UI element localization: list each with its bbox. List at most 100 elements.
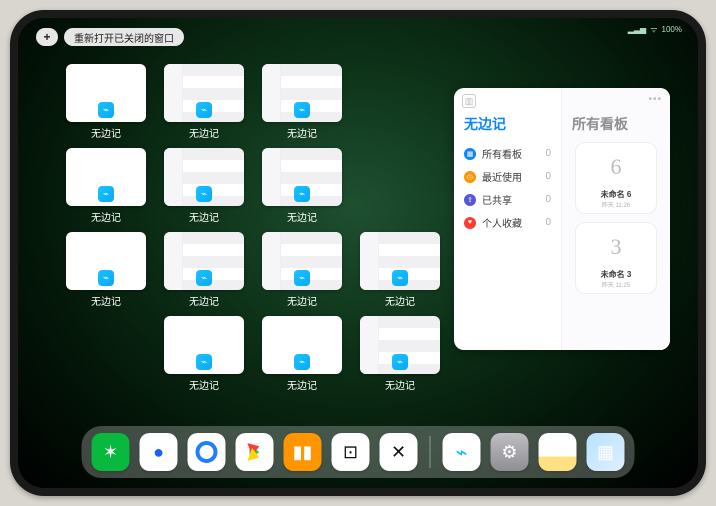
sidebar-item-label: 已共享 [482, 192, 512, 207]
panel-more-icon[interactable]: ••• [648, 94, 662, 105]
panel-title: 无边记 [464, 114, 553, 134]
sidebar-item[interactable]: ♥ 个人收藏 0 [462, 211, 553, 234]
panel-sidebar: 无边记 ▦所有看板0◷最近使用0⇪已共享0♥个人收藏0 [454, 88, 562, 350]
app-card-label: 无边记 [262, 209, 342, 224]
app-card-label: 无边记 [262, 125, 342, 140]
panel-section-title: 所有看板 [572, 114, 662, 134]
sidebar-item-label: 所有看板 [482, 146, 522, 161]
app-card[interactable]: ⌁ 无边记 [262, 148, 342, 226]
grid-icon: ▦ [464, 148, 476, 160]
battery-pct: 100% [662, 25, 682, 34]
freeform-app-icon: ⌁ [392, 270, 408, 286]
app-thumbnail: ⌁ [164, 232, 244, 290]
app-card[interactable]: ⌁ 无边记 [66, 232, 146, 310]
board-thumbnail: 6 [592, 147, 640, 187]
dock-qq-ring-icon[interactable] [188, 433, 226, 471]
app-thumbnail: ⌁ [66, 64, 146, 122]
reopen-closed-window-button[interactable]: 重新打开已关闭的窗口 [64, 28, 184, 46]
freeform-panel[interactable]: ▥ ••• 无边记 ▦所有看板0◷最近使用0⇪已共享0♥个人收藏0 所有看板 6… [454, 88, 670, 350]
freeform-app-icon: ⌁ [392, 354, 408, 370]
freeform-app-icon: ⌁ [294, 102, 310, 118]
app-card[interactable]: ⌁ 无边记 [66, 148, 146, 226]
dock-divider [430, 436, 431, 468]
signal-icon: ▂▃▅ [628, 25, 646, 34]
wifi-icon: ᯤ [650, 24, 657, 35]
app-card-label: 无边记 [262, 377, 342, 392]
dock: ✶ ● ▮▮ ⊡ ✕ ⌁ ⚙ ▦ [82, 426, 635, 478]
app-card[interactable]: ⌁ 无边记 [164, 232, 244, 310]
freeform-app-icon: ⌁ [98, 270, 114, 286]
app-card-label: 无边记 [66, 209, 146, 224]
sidebar-item[interactable]: ⇪ 已共享 0 [462, 188, 553, 211]
sidebar-item-label: 个人收藏 [482, 215, 522, 230]
app-card[interactable]: ⌁ 无边记 [164, 148, 244, 226]
app-thumbnail: ⌁ [262, 316, 342, 374]
dock-notes-icon[interactable] [539, 433, 577, 471]
app-card[interactable]: ⌁ 无边记 [164, 64, 244, 142]
panel-sidebar-list: ▦所有看板0◷最近使用0⇪已共享0♥个人收藏0 [462, 142, 553, 234]
app-card[interactable]: ⌁ 无边记 [360, 316, 440, 394]
app-card[interactable]: ⌁ 无边记 [164, 316, 244, 394]
app-thumbnail: ⌁ [262, 64, 342, 122]
app-card-label: 无边记 [164, 377, 244, 392]
sidebar-item[interactable]: ▦ 所有看板 0 [462, 142, 553, 165]
dock-xm-icon[interactable]: ✕ [380, 433, 418, 471]
freeform-app-icon: ⌁ [196, 186, 212, 202]
heart-icon: ♥ [464, 217, 476, 229]
sidebar-item-count: 0 [545, 148, 551, 159]
dock-wechat-icon[interactable]: ✶ [92, 433, 130, 471]
sidebar-item-count: 0 [545, 171, 551, 182]
app-card[interactable]: ⌁ 无边记 [360, 232, 440, 310]
app-card[interactable]: ⌁无边记 [66, 64, 146, 142]
app-switcher-grid: ⌁ 无边记 ⌁ 无边记 ⌁ 无边记 ⌁ 无边记 ⌁ 无边记 ⌁ 无边记 ⌁ 无边记 ⌁ 无边记 ⌁ 无边记 ⌁ 无边记… [66, 64, 440, 394]
app-card-label: 无边记 [164, 293, 244, 308]
status-bar: ▂▃▅ ᯤ 100% [628, 24, 682, 35]
dock-app-library-icon[interactable]: ▦ [587, 433, 625, 471]
dock-dice-icon[interactable]: ⊡ [332, 433, 370, 471]
app-thumbnail: ⌁ [262, 148, 342, 206]
app-thumbnail: ⌁ [66, 148, 146, 206]
app-card-label: 无边记 [360, 293, 440, 308]
new-window-button[interactable]: + [36, 28, 58, 46]
sidebar-item-label: 最近使用 [482, 169, 522, 184]
freeform-app-icon: ⌁ [196, 354, 212, 370]
freeform-app-icon: ⌁ [98, 186, 114, 202]
app-card-label: 无边记 [262, 293, 342, 308]
app-card-label: 无边记 [66, 293, 146, 308]
app-card[interactable]: ⌁ 无边记 [262, 64, 342, 142]
freeform-app-icon: ⌁ [98, 102, 114, 118]
sidebar-toggle-icon[interactable]: ▥ [462, 94, 476, 108]
app-thumbnail: ⌁ [164, 148, 244, 206]
sidebar-item-count: 0 [545, 217, 551, 228]
sidebar-item-count: 0 [545, 194, 551, 205]
dock-freeform-icon[interactable]: ⌁ [443, 433, 481, 471]
board-card[interactable]: 3未命名 3昨天 11:25 [575, 222, 657, 294]
topbar: + 重新打开已关闭的窗口 [36, 28, 184, 46]
app-thumbnail: ⌁ [66, 232, 146, 290]
app-thumbnail: ⌁ [164, 64, 244, 122]
app-card[interactable]: ⌁ 无边记 [262, 316, 342, 394]
dock-settings-icon[interactable]: ⚙ [491, 433, 529, 471]
app-thumbnail: ⌁ [164, 316, 244, 374]
app-thumbnail: ⌁ [360, 316, 440, 374]
dock-books-icon[interactable]: ▮▮ [284, 433, 322, 471]
dock-qq-solid-icon[interactable]: ● [140, 433, 178, 471]
board-date: 昨天 11:25 [602, 280, 630, 289]
app-card-label: 无边记 [164, 125, 244, 140]
freeform-app-icon: ⌁ [294, 354, 310, 370]
ipad-frame: ▂▃▅ ᯤ 100% + 重新打开已关闭的窗口 ⌁无边记⌁无边记⌁无边记⌁无边记… [10, 10, 706, 496]
sidebar-item[interactable]: ◷最近使用0 [462, 165, 553, 188]
app-card[interactable]: ⌁ 无边记 [262, 232, 342, 310]
app-card-label: 无边记 [164, 209, 244, 224]
app-thumbnail: ⌁ [262, 232, 342, 290]
board-date: 昨天 11:26 [602, 200, 630, 209]
board-card[interactable]: 6未命名 6昨天 11:26 [575, 142, 657, 214]
screen: ▂▃▅ ᯤ 100% + 重新打开已关闭的窗口 ⌁无边记⌁无边记⌁无边记⌁无边记… [18, 18, 698, 488]
share-icon: ⇪ [464, 194, 476, 206]
dock-play-icon[interactable] [236, 433, 274, 471]
freeform-app-icon: ⌁ [294, 270, 310, 286]
panel-content: 所有看板 6未命名 6昨天 11:263未命名 3昨天 11:25 [562, 88, 670, 350]
board-thumbnail: 3 [592, 227, 640, 267]
freeform-app-icon: ⌁ [196, 270, 212, 286]
app-card-label: 无边记 [360, 377, 440, 392]
